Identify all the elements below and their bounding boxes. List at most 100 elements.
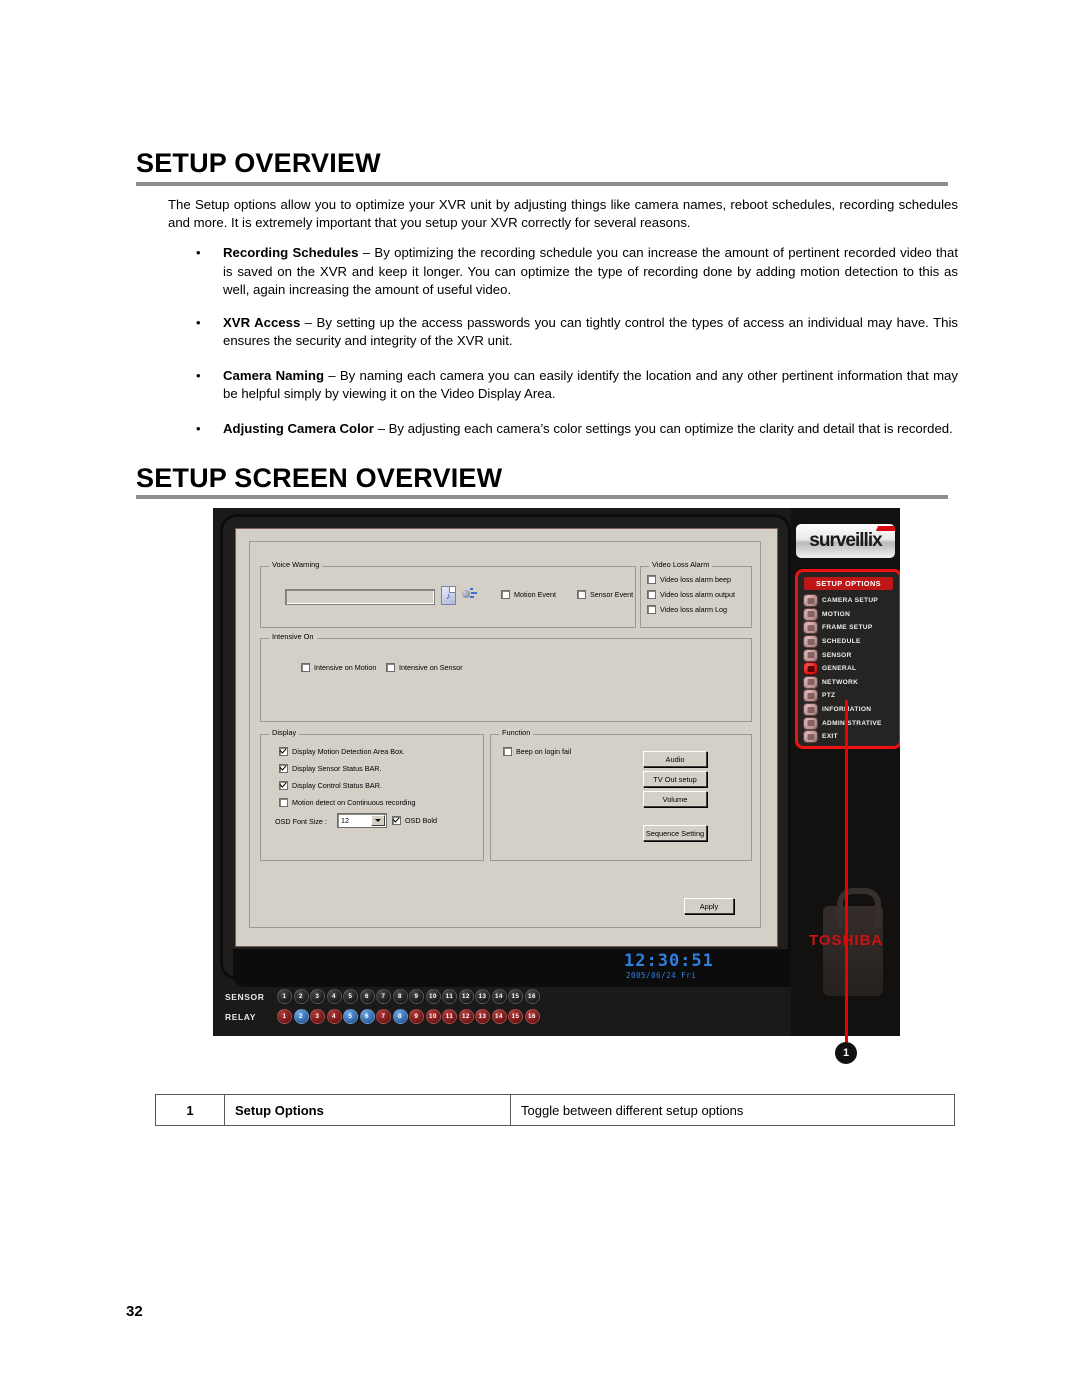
checkbox-box[interactable] bbox=[279, 747, 288, 756]
relay-led[interactable]: 10 bbox=[425, 1009, 441, 1024]
checkbox-display-motion-area-box[interactable]: Display Motion Detection Area Box. bbox=[279, 747, 405, 756]
sensor-led[interactable]: 5 bbox=[343, 989, 358, 1004]
checkbox-display-control-status-bar[interactable]: Display Control Status BAR. bbox=[279, 781, 382, 790]
audio-file-icon[interactable]: ♪ bbox=[441, 586, 456, 605]
list-item-term: Camera Naming bbox=[223, 367, 325, 383]
sequence-setting-button[interactable]: Sequence Setting bbox=[643, 825, 707, 841]
legend-number: 1 bbox=[155, 1094, 225, 1126]
checkbox-box[interactable] bbox=[577, 590, 586, 599]
audio-button[interactable]: Audio bbox=[643, 751, 707, 767]
status-clock-bar: 12:30:51 2005/06/24 Fri bbox=[233, 949, 799, 987]
setup-window: Voice Warning ♪ Motion Event Sensor Even… bbox=[235, 528, 778, 947]
checkbox-box[interactable] bbox=[647, 605, 656, 614]
checkbox-intensive-on-sensor[interactable]: Intensive on Sensor bbox=[386, 663, 463, 672]
checkbox-box[interactable] bbox=[386, 663, 395, 672]
tv-out-setup-button[interactable]: TV Out setup bbox=[643, 771, 707, 787]
sidebar-item-general[interactable]: GENERAL bbox=[803, 662, 895, 676]
sidebar-item-label: FRAME SETUP bbox=[822, 624, 873, 632]
relay-led[interactable]: 4 bbox=[326, 1009, 342, 1024]
relay-led[interactable]: 15 bbox=[508, 1009, 523, 1024]
relay-led-group[interactable]: 1 2 3 4 5 6 7 8 9 10 11 12 13 14 15 16 bbox=[277, 1009, 540, 1024]
relay-led[interactable]: 12 bbox=[458, 1009, 474, 1024]
sensor-led[interactable]: 13 bbox=[475, 989, 490, 1004]
bullet-dot: • bbox=[196, 367, 201, 383]
sidebar-item-motion[interactable]: MOTION bbox=[803, 607, 895, 622]
checkbox-box[interactable] bbox=[279, 781, 288, 790]
group-legend: Function bbox=[499, 728, 534, 737]
sidebar-item-frame-setup[interactable]: FRAME SETUP bbox=[803, 621, 895, 635]
checkbox-beep-on-login-fail[interactable]: Beep on login fail bbox=[503, 747, 571, 756]
checkbox-box[interactable] bbox=[647, 590, 656, 599]
checkbox-box[interactable] bbox=[392, 816, 401, 825]
chevron-down-icon[interactable] bbox=[371, 815, 385, 826]
apply-button[interactable]: Apply bbox=[684, 898, 734, 914]
sidebar-item-network[interactable]: NETWORK bbox=[803, 675, 895, 690]
checkbox-video-loss-alarm-output[interactable]: Video loss alarm output bbox=[647, 590, 735, 599]
checkbox-box[interactable] bbox=[301, 663, 310, 672]
toshiba-logo: TOSHIBA bbox=[809, 932, 899, 949]
checkbox-label: Beep on login fail bbox=[516, 747, 572, 756]
sensor-led[interactable]: 4 bbox=[326, 989, 342, 1004]
voice-warning-input[interactable] bbox=[285, 589, 435, 605]
sidebar-item-administrative[interactable]: ADMINISTRATIVE bbox=[803, 716, 895, 730]
table-row: 1 Setup Options Toggle between different… bbox=[155, 1094, 955, 1126]
sidebar-item-ptz[interactable]: PTZ bbox=[803, 689, 895, 703]
sensor-led[interactable]: 7 bbox=[376, 989, 391, 1004]
sensor-led[interactable]: 2 bbox=[293, 989, 309, 1004]
checkbox-motion-detect-continuous-recording[interactable]: Motion detect on Continuous recording bbox=[279, 798, 415, 807]
checkbox-box[interactable] bbox=[647, 575, 656, 584]
checkbox-intensive-on-motion[interactable]: Intensive on Motion bbox=[301, 663, 376, 672]
checkbox-label: Intensive on Motion bbox=[314, 663, 377, 672]
checkbox-label: OSD Bold bbox=[405, 816, 437, 825]
sidebar-item-camera-setup[interactable]: CAMERA SETUP bbox=[803, 594, 895, 608]
sensor-led[interactable]: 12 bbox=[458, 989, 474, 1004]
relay-led[interactable]: 3 bbox=[310, 1009, 325, 1024]
sensor-led[interactable]: 14 bbox=[491, 989, 507, 1004]
speaker-icon[interactable] bbox=[462, 587, 478, 602]
sensor-led[interactable]: 6 bbox=[359, 989, 375, 1004]
sensor-led[interactable]: 3 bbox=[310, 989, 325, 1004]
sensor-led[interactable]: 10 bbox=[425, 989, 441, 1004]
checkbox-osd-bold[interactable]: OSD Bold bbox=[392, 816, 437, 825]
checkbox-label: Video loss alarm output bbox=[660, 590, 735, 599]
sensor-led[interactable]: 1 bbox=[277, 989, 292, 1004]
osd-font-size-select[interactable]: 12 bbox=[337, 813, 387, 828]
relay-led[interactable]: 11 bbox=[442, 1009, 457, 1024]
relay-led[interactable]: 14 bbox=[491, 1009, 507, 1024]
checkbox-motion-event[interactable]: Motion Event bbox=[501, 590, 556, 599]
checkbox-box[interactable] bbox=[279, 764, 288, 773]
sidebar-item-exit[interactable]: EXIT bbox=[803, 730, 895, 744]
sensor-led[interactable]: 8 bbox=[392, 989, 408, 1004]
checkbox-sensor-event[interactable]: Sensor Event bbox=[577, 590, 633, 599]
checkbox-box[interactable] bbox=[503, 747, 512, 756]
sensor-led[interactable]: 16 bbox=[524, 989, 540, 1004]
sensor-led-group[interactable]: 1 2 3 4 5 6 7 8 9 10 11 12 13 14 15 16 bbox=[277, 989, 540, 1004]
volume-button[interactable]: Volume bbox=[643, 791, 707, 807]
relay-led[interactable]: 16 bbox=[524, 1009, 540, 1024]
relay-led[interactable]: 6 bbox=[359, 1009, 375, 1024]
checkbox-video-loss-alarm-log[interactable]: Video loss alarm Log bbox=[647, 605, 727, 614]
relay-led[interactable]: 13 bbox=[475, 1009, 490, 1024]
sidebar-item-schedule[interactable]: SCHEDULE bbox=[803, 635, 895, 649]
relay-led[interactable]: 1 bbox=[277, 1009, 292, 1024]
relay-led[interactable]: 5 bbox=[343, 1009, 358, 1024]
sensor-led[interactable]: 15 bbox=[508, 989, 523, 1004]
checkbox-video-loss-alarm-beep[interactable]: Video loss alarm beep bbox=[647, 575, 731, 584]
checkbox-display-sensor-status-bar[interactable]: Display Sensor Status BAR. bbox=[279, 764, 381, 773]
sidebar-item-sensor[interactable]: SENSOR bbox=[803, 648, 895, 662]
sensor-led[interactable]: 11 bbox=[442, 989, 457, 1004]
relay-led[interactable]: 2 bbox=[293, 1009, 309, 1024]
relay-led[interactable]: 8 bbox=[392, 1009, 408, 1024]
sidebar-item-label: PTZ bbox=[822, 692, 836, 700]
sidebar-item-information[interactable]: INFORMATION bbox=[803, 703, 895, 717]
relay-status-row: RELAY 1 2 3 4 5 6 7 8 9 10 11 12 13 14 15 16 bbox=[225, 1009, 540, 1024]
logo-slash bbox=[875, 526, 895, 531]
user-icon bbox=[803, 716, 818, 730]
callout-leader-line bbox=[845, 700, 848, 1042]
list-item: • XVR Access – By setting up the access … bbox=[168, 314, 958, 351]
sensor-led[interactable]: 9 bbox=[409, 989, 424, 1004]
relay-led[interactable]: 7 bbox=[376, 1009, 391, 1024]
checkbox-box[interactable] bbox=[501, 590, 510, 599]
checkbox-box[interactable] bbox=[279, 798, 288, 807]
relay-led[interactable]: 9 bbox=[409, 1009, 424, 1024]
